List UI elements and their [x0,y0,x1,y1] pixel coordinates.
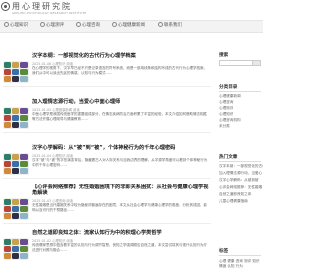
divider [219,255,261,256]
article-title[interactable]: 加入理情志源行动，当爱心中面心理师 [32,98,210,105]
article-thumbnail[interactable] [3,107,29,129]
main-nav: 心理知识 心理测评 心理咨询 心理健康新闻 联系我们 [0,20,263,33]
nav-item-assessment[interactable]: 心理测评 [40,22,64,28]
site-header: 用心理研究院 APPLIED PSYCHOLOGY RESEARCH INSTI… [0,0,263,20]
hot-post-link[interactable]: 汉字本纲：一部视觉化的古代 [219,164,263,169]
category-link[interactable]: 心理咨询机构 [219,118,263,123]
search-input[interactable] [219,60,261,66]
tags-heading: 标签 [219,249,229,254]
article-list: 汉字本纲：一部视觉化的古代行为心理学档案 2025-01-06 心理知识 阅读 … [0,33,214,271]
nav-item-knowledge[interactable]: 心理知识 [4,22,28,28]
article-thumbnail[interactable] [3,238,29,260]
nav-item-counseling[interactable]: 心理咨询 [76,22,100,28]
article-thumbnail[interactable] [3,61,29,83]
category-link[interactable]: 心理知识 [219,112,263,117]
article-thumbnail[interactable] [3,198,29,220]
divider [219,161,261,162]
article-excerpt: 在心理学的视角下，汉字早已经不只是记录语言的符号系统，而是一部用线条和结构写成的… [32,66,207,76]
site-logo-subtitle: APPLIED PSYCHOLOGY RESEARCH INSTITUTE [12,11,87,15]
hot-post-link[interactable]: 心评会网络推荐：无性婚姻 [219,185,263,190]
category-link[interactable]: 心理咨询 [219,100,263,105]
article-title[interactable]: 【心评会网络推荐】无性婚姻困境下的非即关系困扰：从社会与健康心理学视角解读 [32,184,210,196]
search-heading: 搜索 [219,53,229,58]
category-link[interactable]: 未分类 [219,124,263,129]
nav-bullet-icon [158,22,163,27]
hot-post-link[interactable]: 加入理情志源行动，当爱心 [219,171,263,176]
article-excerpt: 传统儒家思想中蕴含着丰富的认知与行为调节智慧，良知之学强调顺应自然之道，本文尝试… [32,243,207,253]
nav-bullet-icon [76,22,81,27]
article-title[interactable]: 汉字心学解码：从“被”到“被”，个体神秘行为的千年心理密码 [32,144,210,151]
sidebar: 搜索 分类目录 心理健康新闻 心理咨询 心理测评 心理知识 心理咨询机构 未分类… [219,33,263,271]
article-title[interactable]: 自然之道即良知之体：流家认知行为中的积理心学类哲学 [32,229,210,236]
nav-item-news[interactable]: 心理健康新闻 [112,22,145,28]
search-button[interactable] [252,61,260,65]
nav-bullet-icon [40,22,45,27]
nav-item-contact[interactable]: 联系我们 [158,22,182,28]
divider [219,91,261,92]
category-link[interactable]: 心理健康新闻 [219,94,263,99]
article-excerpt: 无性婚姻是当代婚姻关系中较为隐秘却普遍存在的困境，本文从社会心理学与健康心理学的… [32,203,207,213]
hot-post-link[interactable]: 自然之道即良知之体 [219,192,263,197]
article-excerpt: 汉字“被”与“被”的字形演变背后，隐藏着古人对人际关系与自我边界的理解，从字源学… [32,158,208,168]
article-thumbnail[interactable] [3,153,29,175]
article-excerpt: 中医心理学是我国传统医学的重要组成部分，在情志疾病防治方面积累了丰富的经验，本文… [32,112,207,122]
divider [3,86,211,87]
nav-bullet-icon [112,22,117,27]
tag-cloud[interactable]: 心理 健康 咨询 测评 知识 情绪 认知 行为 [219,259,263,274]
divider [3,132,211,133]
nav-bullet-icon [4,22,9,27]
divider [3,178,211,179]
article-title[interactable]: 汉字本纲：一部视觉化的古代行为心理学档案 [32,52,210,59]
divider [3,223,211,224]
hot-post-link[interactable]: 汉字心学解码：从被到被 [219,178,263,183]
logo-icon[interactable] [1,2,10,11]
category-link[interactable]: 心理测评 [219,106,263,111]
categories-heading: 分类目录 [219,85,238,90]
hot-posts-heading: 热门文章 [219,155,238,160]
hot-post-link[interactable]: 儿童心理健康指南 [219,199,263,204]
